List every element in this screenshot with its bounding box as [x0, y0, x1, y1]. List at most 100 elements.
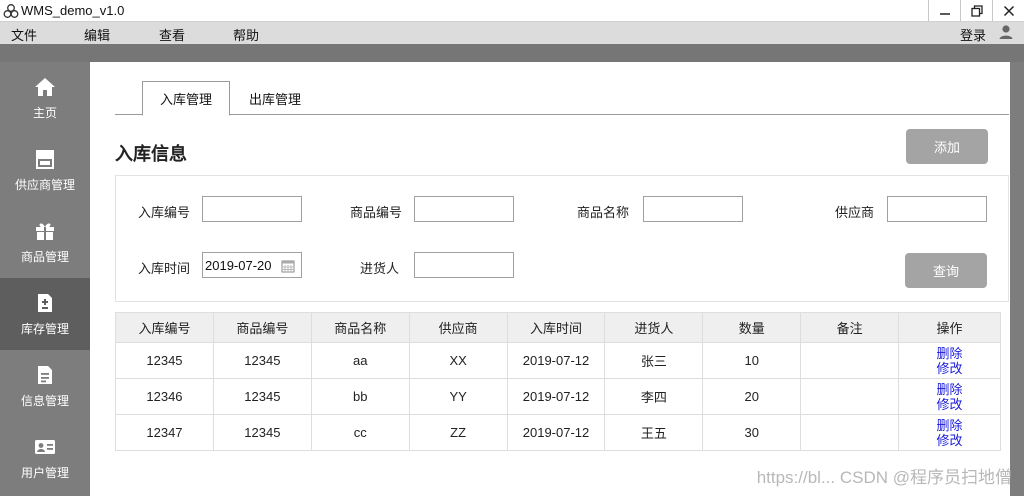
col-inbound-time[interactable]: 入库时间	[506, 312, 606, 343]
sidebar-item-suppliers[interactable]: 供应商管理	[0, 134, 90, 206]
col-purchaser[interactable]: 进货人	[604, 312, 704, 343]
header-strip	[0, 44, 1024, 62]
inbound-time-label: 入库时间	[138, 261, 191, 276]
col-supplier[interactable]: 供应商	[408, 312, 508, 343]
menu-view[interactable]: 查看	[159, 25, 185, 44]
tab-bar: 入库管理 出库管理	[115, 81, 1009, 116]
restore-button[interactable]	[960, 0, 992, 21]
inbound-time-datepicker[interactable]: 2019-07-20	[202, 252, 302, 278]
supplier-input[interactable]	[887, 196, 987, 222]
col-product-no[interactable]: 商品编号	[212, 312, 312, 343]
table-row[interactable]: 12346 12345 bb YY 2019-07-12 李四 20 删除 修改	[115, 378, 1001, 415]
gift-icon	[36, 223, 54, 240]
menu-file[interactable]: 文件	[11, 25, 37, 44]
cell: 10	[702, 342, 802, 379]
tab-inbound[interactable]: 入库管理	[142, 81, 230, 116]
edit-link[interactable]: 修改	[899, 433, 1000, 448]
cell: 12345	[115, 342, 214, 379]
col-remarks[interactable]: 备注	[800, 312, 900, 343]
cell: bb	[310, 378, 410, 415]
login-link[interactable]: 登录	[960, 25, 986, 44]
close-button[interactable]	[992, 0, 1024, 21]
sidebar-item-home[interactable]: 主页	[0, 62, 90, 134]
user-icon[interactable]	[998, 24, 1014, 40]
sidebar: 主页 供应商管理 商品管理 库存管理 信息管理 用户管理	[0, 62, 90, 496]
store-icon	[36, 149, 54, 169]
cell: 12345	[212, 414, 312, 451]
cell: 2019-07-12	[506, 378, 606, 415]
action-cell: 删除 修改	[898, 378, 1001, 415]
col-inbound-no[interactable]: 入库编号	[115, 312, 214, 343]
cell: 王五	[604, 414, 704, 451]
inbound-time-value: 2019-07-20	[205, 257, 272, 273]
delete-link[interactable]: 删除	[899, 418, 1000, 433]
cell: 12346	[115, 378, 214, 415]
purchaser-input[interactable]	[414, 252, 514, 278]
inbound-no-input[interactable]	[202, 196, 302, 222]
add-button[interactable]: 添加	[906, 129, 988, 164]
col-product-name[interactable]: 商品名称	[310, 312, 410, 343]
col-quantity[interactable]: 数量	[702, 312, 802, 343]
watermark: https://bl... CSDN @程序员扫地僧	[756, 468, 1012, 487]
cell: 12345	[212, 378, 312, 415]
app-logo-icon	[2, 2, 20, 20]
sidebar-item-label: 主页	[32, 105, 57, 120]
sidebar-item-users[interactable]: 用户管理	[0, 422, 90, 494]
action-cell: 删除 修改	[898, 342, 1001, 379]
table-row[interactable]: 12345 12345 aa XX 2019-07-12 张三 10 删除 修改	[115, 342, 1001, 379]
cell	[800, 342, 900, 379]
sidebar-item-label: 用户管理	[20, 465, 69, 480]
purchaser-label: 进货人	[360, 261, 400, 276]
menu-bar: 文件 编辑 查看 帮助 登录	[0, 22, 1024, 44]
inbound-no-label: 入库编号	[138, 205, 191, 220]
minimize-button[interactable]	[928, 0, 960, 21]
inbound-table: 入库编号 商品编号 商品名称 供应商 入库时间 进货人 数量 备注 操作 123…	[115, 312, 1001, 451]
query-button[interactable]: 查询	[905, 253, 987, 288]
supplier-label: 供应商	[835, 205, 875, 220]
window-controls	[928, 0, 1024, 21]
action-cell: 删除 修改	[898, 414, 1001, 451]
cell: 12347	[115, 414, 214, 451]
menu-help[interactable]: 帮助	[233, 25, 259, 44]
product-name-input[interactable]	[643, 196, 743, 222]
sidebar-item-inventory[interactable]: 库存管理	[0, 278, 90, 350]
cell: aa	[310, 342, 410, 379]
cell: XX	[408, 342, 508, 379]
product-no-input[interactable]	[414, 196, 514, 222]
main-panel: 入库管理 出库管理 入库信息 添加 入库编号 商品编号 商品名称 供应商 入库时…	[90, 62, 1024, 496]
cell: ZZ	[408, 414, 508, 451]
filter-panel: 入库编号 商品编号 商品名称 供应商 入库时间 2019-07-20 进货人 查…	[115, 175, 1009, 302]
delete-link[interactable]: 删除	[899, 346, 1000, 361]
sidebar-item-label: 信息管理	[20, 393, 69, 408]
title-bar: WMS_demo_v1.0	[0, 0, 1024, 22]
product-name-label: 商品名称	[577, 205, 630, 220]
sidebar-item-products[interactable]: 商品管理	[0, 206, 90, 278]
cell: 2019-07-12	[506, 414, 606, 451]
home-icon	[35, 77, 55, 96]
id-card-icon	[35, 439, 55, 454]
table-row[interactable]: 12347 12345 cc ZZ 2019-07-12 王五 30 删除 修改	[115, 414, 1001, 451]
sidebar-item-label: 库存管理	[20, 321, 69, 336]
page-title: 入库信息	[115, 144, 187, 164]
right-edge	[1010, 62, 1024, 496]
cell: 20	[702, 378, 802, 415]
menu-edit[interactable]: 编辑	[84, 25, 110, 44]
cell: 张三	[604, 342, 704, 379]
edit-link[interactable]: 修改	[899, 361, 1000, 376]
sidebar-item-info[interactable]: 信息管理	[0, 350, 90, 422]
sidebar-item-label: 商品管理	[20, 249, 69, 264]
document-icon	[38, 365, 52, 384]
cell	[800, 414, 900, 451]
tab-outbound[interactable]: 出库管理	[235, 81, 315, 115]
minimize-icon	[939, 12, 950, 15]
calendar-icon[interactable]	[281, 259, 295, 273]
cell: cc	[310, 414, 410, 451]
col-actions: 操作	[898, 312, 1001, 343]
edit-link[interactable]: 修改	[899, 397, 1000, 412]
delete-link[interactable]: 删除	[899, 382, 1000, 397]
close-icon	[1003, 5, 1014, 16]
window-title: WMS_demo_v1.0	[21, 3, 125, 18]
sidebar-item-label: 供应商管理	[14, 177, 75, 192]
table-header-row: 入库编号 商品编号 商品名称 供应商 入库时间 进货人 数量 备注 操作	[115, 312, 1001, 343]
restore-icon	[970, 4, 983, 17]
